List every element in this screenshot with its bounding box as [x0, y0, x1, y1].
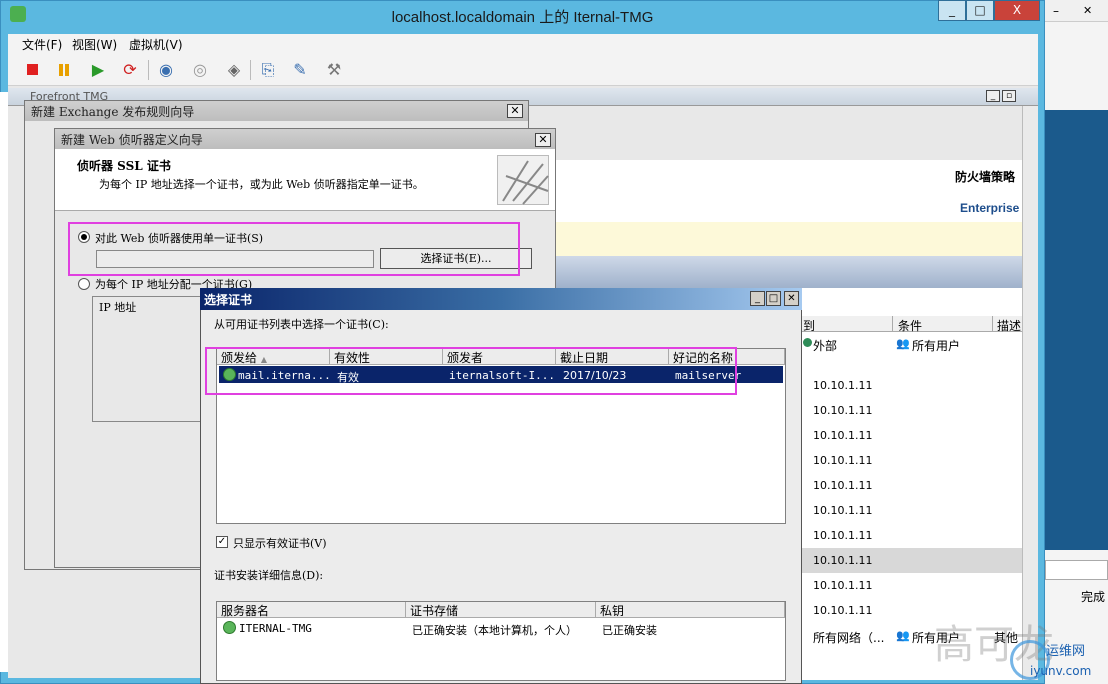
play-icon[interactable]: ▶: [88, 60, 108, 80]
highlight-box: [68, 222, 520, 276]
ip-list[interactable]: IP 地址: [92, 296, 204, 422]
ip-row[interactable]: 10.10.1.11: [800, 473, 1022, 498]
pause-icon[interactable]: [54, 60, 74, 80]
rule-row-first[interactable]: 外部 👥 所有用户: [800, 334, 1022, 356]
wizard-graphic-icon: [497, 155, 549, 205]
tmg-toolbar-band: [545, 256, 1022, 288]
ip-row[interactable]: 10.10.1.11: [800, 498, 1022, 523]
ip-row[interactable]: 10.10.1.11: [800, 548, 1022, 573]
settings-icon[interactable]: ✎: [290, 60, 310, 80]
web-wizard-close[interactable]: ✕: [535, 133, 551, 147]
minimize-button[interactable]: _: [938, 0, 966, 21]
menubar: 文件(F) 视图(W) 虚拟机(V): [8, 34, 1038, 54]
ip-row[interactable]: 10.10.1.11: [800, 398, 1022, 423]
revert-icon[interactable]: ◎: [190, 60, 210, 80]
menu-file[interactable]: 文件(F): [22, 36, 62, 53]
host-blue-panel: [1045, 110, 1108, 550]
tools-icon[interactable]: ⚒: [324, 60, 344, 80]
tmg-header-band: 防火墙策略 Enterprise: [545, 160, 1022, 222]
tmg-scrollbar[interactable]: [1022, 106, 1038, 680]
snapshot-icon[interactable]: ◉: [156, 60, 176, 80]
cert-details-list[interactable]: 服务器名 证书存储 私钥 ITERNAL-TMG 已正确安装（本地计算机，个人）…: [216, 601, 786, 681]
host-field[interactable]: [1045, 560, 1108, 580]
host-right-strip: – ✕ 完成: [1045, 0, 1108, 684]
vm-title: localhost.localdomain 上的 Iternal-TMG: [391, 9, 654, 26]
col-private-key[interactable]: 私钥: [596, 602, 785, 618]
vm-titlebar: localhost.localdomain 上的 Iternal-TMG _ □…: [0, 0, 1045, 32]
ip-row[interactable]: 10.10.1.11: [800, 573, 1022, 598]
col-server[interactable]: 服务器名: [217, 602, 406, 618]
col-store[interactable]: 证书存储: [406, 602, 596, 618]
detail-server: ITERNAL-TMG: [239, 622, 312, 635]
cert-instruction: 从可用证书列表中选择一个证书(C):: [214, 318, 389, 331]
ip-row[interactable]: 10.10.1.11: [800, 523, 1022, 548]
col-desc[interactable]: 描述: [997, 317, 1021, 334]
valid-install-icon: [223, 621, 236, 634]
select-cert-title: 选择证书: [200, 288, 802, 310]
send-keys-icon[interactable]: ⎘: [258, 60, 278, 80]
tmg-minimize[interactable]: _: [986, 90, 1000, 102]
toolbar-separator: [148, 60, 149, 80]
ip-row[interactable]: 10.10.1.11: [800, 373, 1022, 398]
manage-snapshots-icon[interactable]: ◈: [224, 60, 244, 80]
cert-close[interactable]: ✕: [784, 291, 799, 306]
finish-label[interactable]: 完成: [1081, 588, 1105, 605]
ip-column-header: IP 地址: [99, 301, 137, 314]
host-close[interactable]: ✕: [1083, 4, 1092, 17]
maximize-button[interactable]: □: [966, 0, 994, 21]
tmg-info-band: [545, 222, 1022, 256]
menu-view[interactable]: 视图(W): [72, 36, 117, 53]
toolbar-separator: [250, 60, 251, 80]
col-condition[interactable]: 条件: [898, 317, 922, 334]
reset-icon[interactable]: ⟳: [120, 60, 140, 80]
highlight-box: [205, 347, 737, 395]
ip-row[interactable]: 10.10.1.11: [800, 448, 1022, 473]
rule-to: 外部: [813, 339, 838, 353]
stop-icon[interactable]: [22, 60, 42, 80]
edition-label: Enterprise: [960, 201, 1020, 215]
rule-grid-header: 到 条件 描述: [800, 316, 1022, 334]
wizard-heading: 侦听器 SSL 证书: [77, 159, 171, 173]
exchange-wizard-close[interactable]: ✕: [507, 104, 523, 118]
rule-to: 所有网络（...: [813, 631, 885, 645]
cert-maximize[interactable]: □: [766, 291, 781, 306]
details-label: 证书安装详细信息(D):: [214, 569, 324, 582]
tmg-restore[interactable]: ▫: [1002, 90, 1016, 102]
wizard-subheading: 为每个 IP 地址选择一个证书，或为此 Web 侦听器指定单一证书。: [99, 178, 424, 191]
close-button[interactable]: X: [994, 0, 1040, 21]
detail-row[interactable]: ITERNAL-TMG 已正确安装（本地计算机，个人） 已正确安装: [219, 619, 783, 637]
web-wizard-title: 新建 Web 侦听器定义向导: [55, 129, 555, 149]
rule-condition: 所有用户: [912, 339, 961, 353]
col-to[interactable]: 到: [803, 317, 815, 334]
only-valid-label[interactable]: 只显示有效证书(V): [233, 535, 327, 551]
detail-key: 已正确安装: [602, 624, 657, 637]
radio-per-ip[interactable]: [78, 278, 90, 290]
users-icon: 👥: [896, 337, 910, 350]
toolbar: ▶ ⟳ ◉ ◎ ◈ ⎘ ✎ ⚒: [8, 54, 1038, 86]
ip-row[interactable]: 10.10.1.11: [800, 423, 1022, 448]
policy-heading: 防火墙策略: [955, 170, 1016, 184]
exchange-wizard-title: 新建 Exchange 发布规则向导: [25, 101, 528, 121]
host-minimize[interactable]: –: [1053, 4, 1059, 18]
cert-minimize[interactable]: _: [750, 291, 765, 306]
watermark-url: iyunv.com: [1030, 664, 1092, 678]
web-wizard-header: 侦听器 SSL 证书 为每个 IP 地址选择一个证书，或为此 Web 侦听器指定…: [55, 149, 555, 211]
menu-vm[interactable]: 虚拟机(V): [129, 36, 183, 53]
network-icon: [803, 338, 812, 347]
detail-store: 已正确安装（本地计算机，个人）: [412, 624, 577, 637]
only-valid-checkbox[interactable]: ✓: [216, 536, 228, 548]
users-icon: 👥: [896, 629, 910, 642]
watermark-site-name: 运维网: [1046, 644, 1086, 659]
